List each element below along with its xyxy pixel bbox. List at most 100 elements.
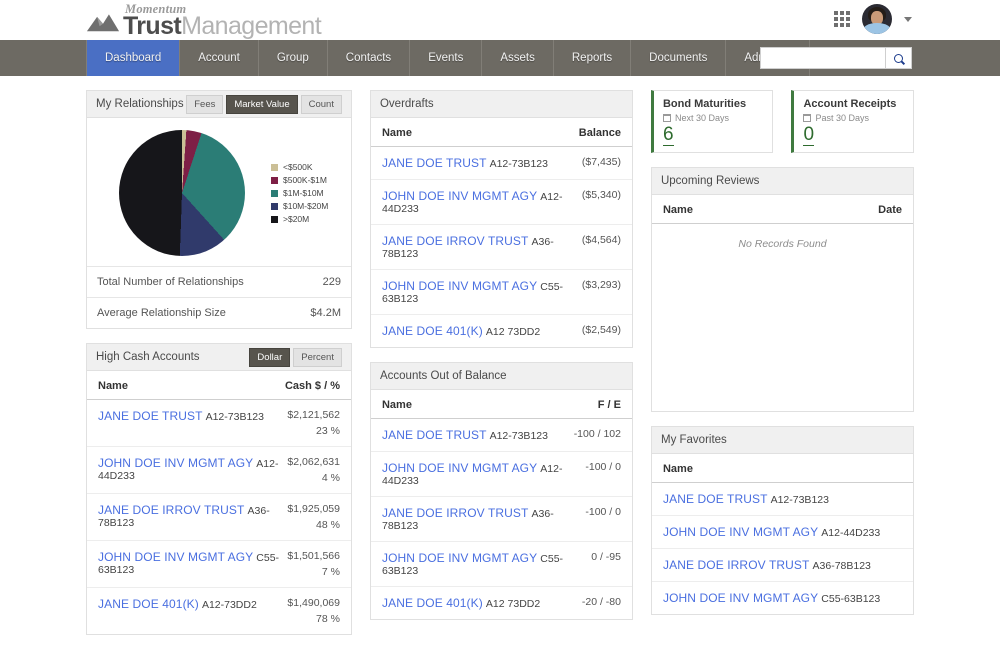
nav-label: Events xyxy=(428,52,464,64)
column-header-name[interactable]: Name xyxy=(98,380,128,392)
cash-percent: 23 % xyxy=(316,425,340,437)
account-number: A12 73DD2 xyxy=(485,326,541,338)
account-name-link[interactable]: JOHN DOE INV MGMT AGY xyxy=(382,461,537,475)
legend-label: $1M-$10M xyxy=(283,188,324,198)
table-row[interactable]: JOHN DOE INV MGMT AGY A12-44D233 $2,062,… xyxy=(87,447,351,494)
account-name-link[interactable]: JANE DOE 401(K) xyxy=(382,596,483,610)
account-name-link[interactable]: JANE DOE TRUST xyxy=(663,492,768,506)
list-item[interactable]: JANE DOE TRUST A12-73B123 xyxy=(651,483,913,516)
search-input[interactable] xyxy=(760,47,885,69)
list-item[interactable]: JANE DOE IRROV TRUST A36-78B123 xyxy=(651,549,913,582)
account-number: A12-44D233 xyxy=(821,526,881,539)
nav-item-documents[interactable]: Documents xyxy=(631,40,727,76)
legend-item: <$500K xyxy=(271,162,328,172)
table-row[interactable]: JANE DOE TRUST A12-73B123 -100 / 102 xyxy=(370,419,632,452)
nav-item-contacts[interactable]: Contacts xyxy=(328,40,411,76)
toggle-dollar[interactable]: Dollar xyxy=(249,347,291,367)
main-navigation: Dashboard Account Group Contacts Events … xyxy=(0,40,1000,76)
relationships-pie-chart: <$500K $500K-$1M $1M-$10M $10M-$20M >$20… xyxy=(87,118,351,266)
account-name-link[interactable]: JANE DOE 401(K) xyxy=(382,324,483,338)
toggle-market-value[interactable]: Market Value xyxy=(226,94,298,114)
table-row[interactable]: JANE DOE TRUST A12-73B123 $2,121,562 23 … xyxy=(87,400,351,447)
nav-label: Group xyxy=(276,52,309,64)
table-row[interactable]: JOHN DOE INV MGMT AGY C55-63B123 0 / -95 xyxy=(370,542,632,587)
legend-item: $1M-$10M xyxy=(271,188,328,198)
search-button[interactable] xyxy=(885,47,912,69)
account-name-link[interactable]: JOHN DOE INV MGMT AGY xyxy=(382,279,537,293)
kpi-value[interactable]: 0 xyxy=(803,125,815,146)
logo-bold-text: Trust xyxy=(123,11,182,40)
dashboard-content: My Relationships Fees Market Value Count… xyxy=(0,76,1000,649)
nav-item-reports[interactable]: Reports xyxy=(554,40,632,76)
table-row[interactable]: JOHN DOE INV MGMT AGY C55-63B123 ($3,293… xyxy=(370,270,632,315)
account-name-link[interactable]: JANE DOE IRROV TRUST xyxy=(98,503,244,517)
nav-item-assets[interactable]: Assets xyxy=(482,40,554,76)
column-header-fe[interactable]: F / E xyxy=(598,399,621,411)
table-row[interactable]: JANE DOE 401(K) A12 73DD2 ($2,549) xyxy=(371,315,632,347)
chevron-down-icon[interactable] xyxy=(904,16,912,22)
nav-item-account[interactable]: Account xyxy=(180,40,259,76)
legend-swatch xyxy=(271,189,278,197)
account-name-link[interactable]: JANE DOE IRROV TRUST xyxy=(382,234,528,248)
panel-my-favorites: My Favorites Name JANE DOE TRUST A12-73B… xyxy=(650,425,914,615)
account-name-link[interactable]: JOHN DOE INV MGMT AGY xyxy=(98,456,253,470)
table-row[interactable]: JANE DOE 401(K) A12-73DD2 $1,490,069 78 … xyxy=(87,588,351,634)
kpi-subtitle: Past 30 Days xyxy=(803,113,903,123)
nav-item-dashboard[interactable]: Dashboard xyxy=(86,40,181,76)
list-item[interactable]: JOHN DOE INV MGMT AGY C55-63B123 xyxy=(652,582,913,614)
balance-value: ($2,549) xyxy=(581,324,621,336)
panel-title: High Cash Accounts xyxy=(96,351,200,363)
account-name-link[interactable]: JOHN DOE INV MGMT AGY xyxy=(98,550,253,564)
table-row[interactable]: JANE DOE IRROV TRUST A36-78B123 -100 / 0 xyxy=(370,497,632,542)
column-header-name[interactable]: Name xyxy=(382,399,412,411)
account-name-link[interactable]: JANE DOE TRUST xyxy=(382,156,487,170)
account-name-link[interactable]: JANE DOE IRROV TRUST xyxy=(382,506,528,520)
account-name-link[interactable]: JOHN DOE INV MGMT AGY xyxy=(663,525,818,539)
toggle-fees[interactable]: Fees xyxy=(186,94,224,114)
account-number: A12-73B123 xyxy=(489,158,548,170)
cash-amount: $1,501,566 xyxy=(287,550,340,562)
table-row[interactable]: JANE DOE IRROV TRUST A36-78B123 ($4,564) xyxy=(370,225,632,270)
account-name-link[interactable]: JANE DOE 401(K) xyxy=(98,597,199,611)
pie-legend: <$500K $500K-$1M $1M-$10M $10M-$20M >$20… xyxy=(271,162,328,224)
table-row[interactable]: JOHN DOE INV MGMT AGY A12-44D233 ($5,340… xyxy=(370,180,632,225)
kpi-account-receipts: Account Receipts Past 30 Days 0 xyxy=(791,90,914,153)
list-item[interactable]: JOHN DOE INV MGMT AGY A12-44D233 xyxy=(651,516,913,549)
app-logo[interactable]: Momentum TrustManagement xyxy=(86,2,322,40)
legend-item: $10M-$20M xyxy=(271,201,328,211)
account-name-link[interactable]: JANE DOE TRUST xyxy=(98,409,203,423)
panel-my-relationships: My Relationships Fees Market Value Count… xyxy=(86,90,352,329)
table-row[interactable]: JOHN DOE INV MGMT AGY C55-63B123 $1,501,… xyxy=(87,541,351,588)
nav-item-events[interactable]: Events xyxy=(410,40,483,76)
column-header-name[interactable]: Name xyxy=(663,463,693,475)
nav-item-group[interactable]: Group xyxy=(259,40,328,76)
toggle-count[interactable]: Count xyxy=(300,94,342,114)
column-header-date[interactable]: Date xyxy=(878,204,902,216)
stat-total-relationships: Total Number of Relationships 229 xyxy=(87,266,351,297)
table-row[interactable]: JANE DOE 401(K) A12 73DD2 -20 / -80 xyxy=(371,587,632,619)
toggle-percent[interactable]: Percent xyxy=(293,347,342,367)
table-header: Name Cash $ / % xyxy=(87,371,351,400)
table-row[interactable]: JANE DOE TRUST A12-73B123 ($7,435) xyxy=(370,147,632,180)
table-header: Name Balance xyxy=(370,118,632,147)
account-name-link[interactable]: JANE DOE TRUST xyxy=(382,428,487,442)
account-name-link[interactable]: JOHN DOE INV MGMT AGY xyxy=(382,189,537,203)
table-row[interactable]: JOHN DOE INV MGMT AGY A12-44D233 -100 / … xyxy=(370,452,632,497)
balance-value: ($5,340) xyxy=(581,189,621,201)
cash-percent: 78 % xyxy=(316,613,340,625)
kpi-value[interactable]: 6 xyxy=(662,125,674,146)
account-name-link[interactable]: JANE DOE IRROV TRUST xyxy=(663,558,809,572)
column-header-balance[interactable]: Balance xyxy=(579,127,621,139)
account-number: A12-73B123 xyxy=(205,411,264,423)
table-row[interactable]: JANE DOE IRROV TRUST A36-78B123 $1,925,0… xyxy=(87,494,351,541)
account-name-link[interactable]: JOHN DOE INV MGMT AGY xyxy=(382,551,537,565)
avatar[interactable] xyxy=(862,4,892,34)
stat-value: $4.2M xyxy=(310,307,341,319)
column-header-name[interactable]: Name xyxy=(382,127,412,139)
column-right: Bond Maturities Next 30 Days 6 Account R… xyxy=(650,90,914,649)
column-header-name[interactable]: Name xyxy=(663,204,693,216)
column-header-cash[interactable]: Cash $ / % xyxy=(285,380,340,392)
account-name-link[interactable]: JOHN DOE INV MGMT AGY xyxy=(663,591,818,605)
fe-value: -100 / 0 xyxy=(585,461,621,473)
grid-apps-icon[interactable] xyxy=(834,11,850,27)
